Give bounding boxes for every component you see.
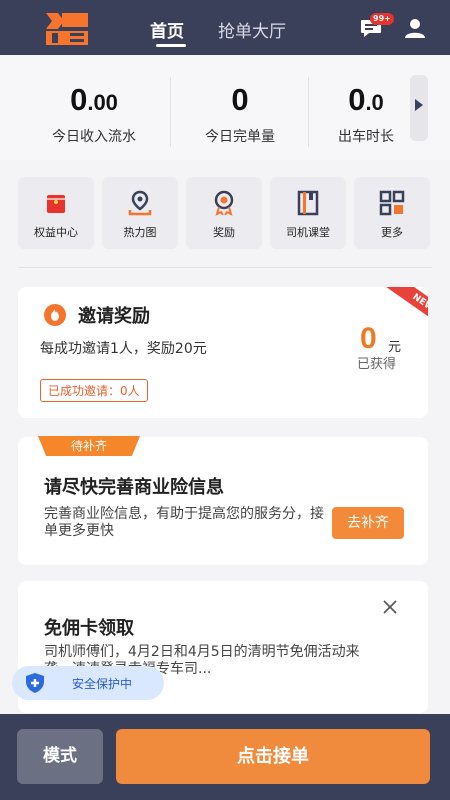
stat-divider	[170, 77, 171, 147]
stat-orders[interactable]: 0 今日完单量	[190, 83, 290, 146]
quick-driver-class-label: 司机课堂	[286, 226, 330, 239]
quick-driver-class[interactable]: 司机课堂	[270, 177, 346, 249]
quick-benefits-center-label: 权益中心	[34, 226, 78, 239]
tab-home[interactable]: 首页	[150, 17, 184, 42]
shield-icon	[26, 673, 44, 693]
flame-icon	[44, 304, 66, 326]
stat-driving-time-label: 出车时长	[338, 129, 394, 145]
quick-rewards[interactable]: 奖励	[186, 177, 262, 249]
stats-panel: 0.00 今日收入流水 0 今日完单量 0.0 出车时长	[0, 55, 450, 160]
coupon-title: 免佣卡领取	[44, 618, 134, 639]
divider	[18, 267, 432, 268]
invite-count-badge: 已成功邀请：0人	[40, 379, 148, 402]
bottom-action-bar: 模式 点击接单	[0, 714, 450, 800]
stat-orders-value: 0	[231, 82, 249, 117]
quick-heat-map[interactable]: 热力图	[102, 177, 178, 249]
quick-heat-map-label: 热力图	[123, 226, 157, 239]
stat-driving-time-value: 0.0	[348, 82, 384, 117]
book-icon	[297, 190, 319, 216]
new-ribbon: NEW	[381, 287, 428, 336]
play-arrow-icon	[415, 99, 423, 111]
insurance-title: 请尽快完善商业险信息	[44, 477, 224, 498]
invite-reward-card[interactable]: 邀请奖励 每成功邀请1人，奖励20元 已成功邀请：0人 0 元 已获得 NEW	[18, 287, 428, 418]
mode-button[interactable]: 模式	[17, 729, 103, 784]
pending-tag: 待补齐	[38, 436, 140, 456]
insurance-description: 完善商业险信息，有助于提高您的服务分，接单更多更快	[44, 506, 324, 539]
quick-benefits-center[interactable]: 权益中心	[18, 177, 94, 249]
safety-protection-pill[interactable]: 安全保护中	[12, 666, 164, 700]
map-pin-icon	[128, 190, 152, 216]
invite-earned-label: 已获得	[357, 357, 397, 372]
quick-rewards-label: 奖励	[213, 226, 235, 239]
quick-more[interactable]: 更多	[354, 177, 430, 249]
invite-earned-amount: 0	[360, 322, 377, 355]
quick-more-label: 更多	[381, 226, 403, 239]
active-tab-indicator	[156, 44, 186, 47]
close-icon[interactable]	[382, 599, 398, 615]
stats-scroll-arrow[interactable]	[410, 75, 428, 141]
medal-icon	[214, 190, 234, 216]
stat-driving-time[interactable]: 0.0 出车时长	[326, 83, 406, 146]
stat-income-value: 0.00	[70, 82, 118, 117]
user-icon[interactable]	[404, 17, 426, 39]
gift-pack-icon	[47, 195, 65, 213]
stat-income-label: 今日收入流水	[52, 129, 136, 145]
complete-info-button[interactable]: 去补齐	[332, 507, 404, 539]
invite-description: 每成功邀请1人，奖励20元	[40, 341, 207, 357]
accept-order-button[interactable]: 点击接单	[116, 729, 430, 784]
app-logo	[46, 13, 88, 45]
top-bar: 首页 抢单大厅 99+	[0, 0, 450, 55]
tab-order-hall[interactable]: 抢单大厅	[218, 17, 286, 42]
invite-title: 邀请奖励	[78, 306, 150, 327]
insurance-card: 待补齐 请尽快完善商业险信息 完善商业险信息，有助于提高您的服务分，接单更多更快…	[18, 436, 428, 565]
grid-icon	[379, 190, 405, 216]
stat-orders-label: 今日完单量	[205, 129, 275, 145]
stat-income[interactable]: 0.00 今日收入流水	[44, 83, 144, 146]
message-count-badge: 99+	[370, 13, 394, 25]
safety-label: 安全保护中	[72, 677, 133, 691]
stat-divider	[308, 77, 309, 147]
